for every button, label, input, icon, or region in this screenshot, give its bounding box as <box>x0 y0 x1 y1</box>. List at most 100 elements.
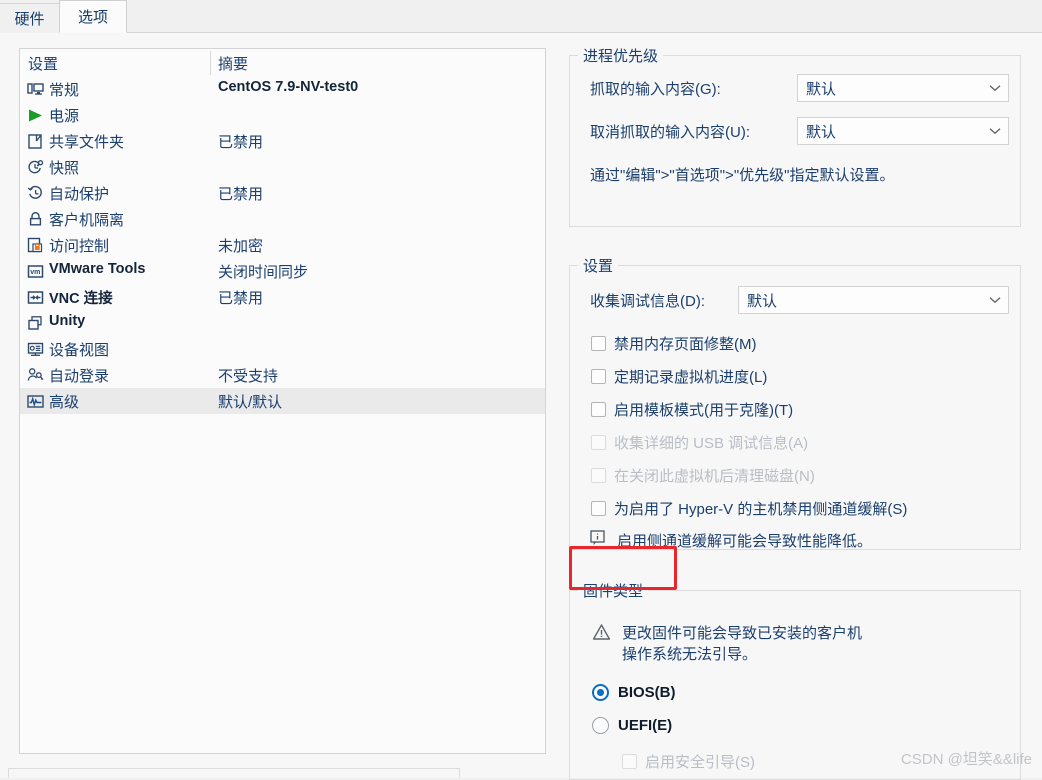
process-priority-group: 进程优先级 抓取的输入内容(G): 默认 取消抓取的输入内容(U): 默认 通过… <box>569 45 1021 227</box>
settings-list-rows: 常规 CentOS 7.9-NV-test0 电源 共享文件夹 已禁用 快照 自… <box>20 76 545 414</box>
device-view-icon <box>26 340 45 359</box>
monitor-icon <box>26 80 45 99</box>
list-item-vnc[interactable]: VNC 连接 已禁用 <box>20 284 545 310</box>
vmware-tools-icon: vm <box>26 262 45 281</box>
radio-label: BIOS(B) <box>618 684 676 701</box>
tab-options[interactable]: 选项 <box>59 0 127 33</box>
ungrab-input-value: 默认 <box>806 123 837 141</box>
radio-bios[interactable]: BIOS(B) <box>592 684 676 701</box>
checkbox-label: 禁用内存页面修整(M) <box>614 336 757 353</box>
checkbox-disable-side-channel[interactable]: 为启用了 Hyper-V 的主机禁用侧通道缓解(S) <box>591 498 907 519</box>
column-divider <box>210 51 211 75</box>
checkbox-box <box>591 336 606 351</box>
debug-info-label-row: 收集调试信息(D): <box>590 290 705 311</box>
settings-group-title: 设置 <box>578 255 619 276</box>
grab-input-dropdown[interactable]: 默认 <box>797 74 1009 102</box>
list-item-summary: 已禁用 <box>218 290 264 307</box>
list-item-label: 快照 <box>49 160 80 177</box>
snapshot-icon <box>26 158 45 177</box>
radio-indicator <box>592 684 609 701</box>
debug-info-value: 默认 <box>747 292 778 310</box>
power-play-icon <box>26 106 45 125</box>
list-item-label: 电源 <box>49 108 80 125</box>
process-priority-title: 进程优先级 <box>578 45 664 66</box>
chevron-down-icon <box>982 127 1008 135</box>
checkbox-box <box>591 501 606 516</box>
list-item-label: 共享文件夹 <box>49 134 125 151</box>
checkbox-label: 为启用了 Hyper-V 的主机禁用侧通道缓解(S) <box>614 501 908 518</box>
list-item-guest-isolation[interactable]: 客户机隔离 <box>20 206 545 232</box>
list-item-summary: CentOS 7.9-NV-test0 <box>218 79 359 95</box>
list-item-advanced[interactable]: 高级 默认/默认 <box>20 388 545 414</box>
checkbox-log-vm-progress[interactable]: 定期记录虚拟机进度(L) <box>591 366 767 387</box>
autologon-icon <box>26 366 45 385</box>
list-item-auto-logon[interactable]: 自动登录 不受支持 <box>20 362 545 388</box>
list-item-label: 高级 <box>49 394 80 411</box>
list-item-shared-folders[interactable]: 共享文件夹 已禁用 <box>20 128 545 154</box>
grab-input-value: 默认 <box>806 80 837 98</box>
list-item-label: 客户机隔离 <box>49 212 125 229</box>
side-channel-info-text: 启用侧通道缓解可能会导致性能降低。 <box>617 533 873 550</box>
tab-strip: 硬件 选项 <box>0 0 1042 33</box>
list-item-snapshot[interactable]: 快照 <box>20 154 545 180</box>
firmware-warning-row: 更改固件可能会导致已安装的客户机 操作系统无法引导。 <box>592 623 862 665</box>
debug-info-dropdown[interactable]: 默认 <box>738 286 1009 314</box>
list-item-label: VNC 连接 <box>49 291 113 307</box>
column-header-settings: 设置 <box>28 56 59 73</box>
list-item-access-control[interactable]: 访问控制 未加密 <box>20 232 545 258</box>
list-item-label: VMware Tools <box>49 261 146 277</box>
checkbox-box <box>591 468 606 483</box>
advanced-icon <box>26 392 45 411</box>
firmware-warning-text: 更改固件可能会导致已安装的客户机 操作系统无法引导。 <box>622 625 863 663</box>
tab-hardware[interactable]: 硬件 <box>0 3 60 33</box>
list-item-device-view[interactable]: 设备视图 <box>20 336 545 362</box>
checkbox-box <box>591 369 606 384</box>
list-item-summary: 默认/默认 <box>218 394 283 411</box>
list-item-label: Unity <box>49 313 86 329</box>
tab-hardware-label: 硬件 <box>14 11 45 28</box>
settings-group: 设置 收集调试信息(D): 默认 禁用内存页面修整(M) 定期记录虚拟机进度(L… <box>569 255 1021 550</box>
access-control-icon <box>26 236 45 255</box>
ungrab-input-label: 取消抓取的输入内容(U): <box>590 124 750 141</box>
checkbox-clean-disk-on-shutdown: 在关闭此虚拟机后清理磁盘(N) <box>591 465 815 486</box>
checkbox-box <box>622 754 637 769</box>
checkbox-label: 启用模板模式(用于克隆)(T) <box>614 402 794 419</box>
ungrab-input-label-row: 取消抓取的输入内容(U): <box>590 121 750 142</box>
options-panel: 进程优先级 抓取的输入内容(G): 默认 取消抓取的输入内容(U): 默认 通过… <box>561 33 1021 780</box>
chevron-down-icon <box>982 296 1008 304</box>
debug-info-label: 收集调试信息(D): <box>590 293 705 310</box>
list-header: 设置 摘要 <box>20 49 545 75</box>
radio-uefi[interactable]: UEFI(E) <box>592 717 672 734</box>
checkbox-disable-memory-trim[interactable]: 禁用内存页面修整(M) <box>591 333 757 354</box>
list-item-label: 访问控制 <box>49 238 110 255</box>
grab-input-label: 抓取的输入内容(G): <box>590 81 721 98</box>
list-item-power[interactable]: 电源 <box>20 102 545 128</box>
list-item-general[interactable]: 常规 CentOS 7.9-NV-test0 <box>20 76 545 102</box>
list-item-summary: 未加密 <box>218 238 264 255</box>
checkbox-box <box>591 435 606 450</box>
list-item-label: 常规 <box>49 82 80 99</box>
list-item-label: 设备视图 <box>49 342 110 359</box>
list-item-autoprotect[interactable]: 自动保护 已禁用 <box>20 180 545 206</box>
vnc-icon <box>26 288 45 307</box>
list-item-vmware-tools[interactable]: vm VMware Tools 关闭时间同步 <box>20 258 545 284</box>
ungrab-input-dropdown[interactable]: 默认 <box>797 117 1009 145</box>
chevron-down-icon <box>982 84 1008 92</box>
firmware-type-title: 固件类型 <box>578 580 649 601</box>
checkbox-label: 定期记录虚拟机进度(L) <box>614 369 768 386</box>
settings-list-panel: 设置 摘要 常规 CentOS 7.9-NV-test0 电源 共享文件夹 已禁… <box>19 48 546 754</box>
lock-icon <box>26 210 45 229</box>
list-item-label: 自动保护 <box>49 186 110 203</box>
column-header-summary: 摘要 <box>218 56 249 73</box>
list-item-summary: 不受支持 <box>218 368 279 385</box>
list-item-summary: 关闭时间同步 <box>218 264 309 281</box>
checkbox-box <box>591 402 606 417</box>
checkbox-label: 启用安全引导(S) <box>645 754 755 771</box>
list-item-unity[interactable]: Unity <box>20 310 545 336</box>
checkbox-template-mode[interactable]: 启用模板模式(用于克隆)(T) <box>591 399 793 420</box>
checkbox-label: 收集详细的 USB 调试信息(A) <box>614 435 809 452</box>
checkbox-secure-boot: 启用安全引导(S) <box>622 751 755 772</box>
checkbox-label: 在关闭此虚拟机后清理磁盘(N) <box>614 468 815 485</box>
partial-bottom-group <box>8 768 460 778</box>
warning-triangle-icon <box>592 623 611 644</box>
